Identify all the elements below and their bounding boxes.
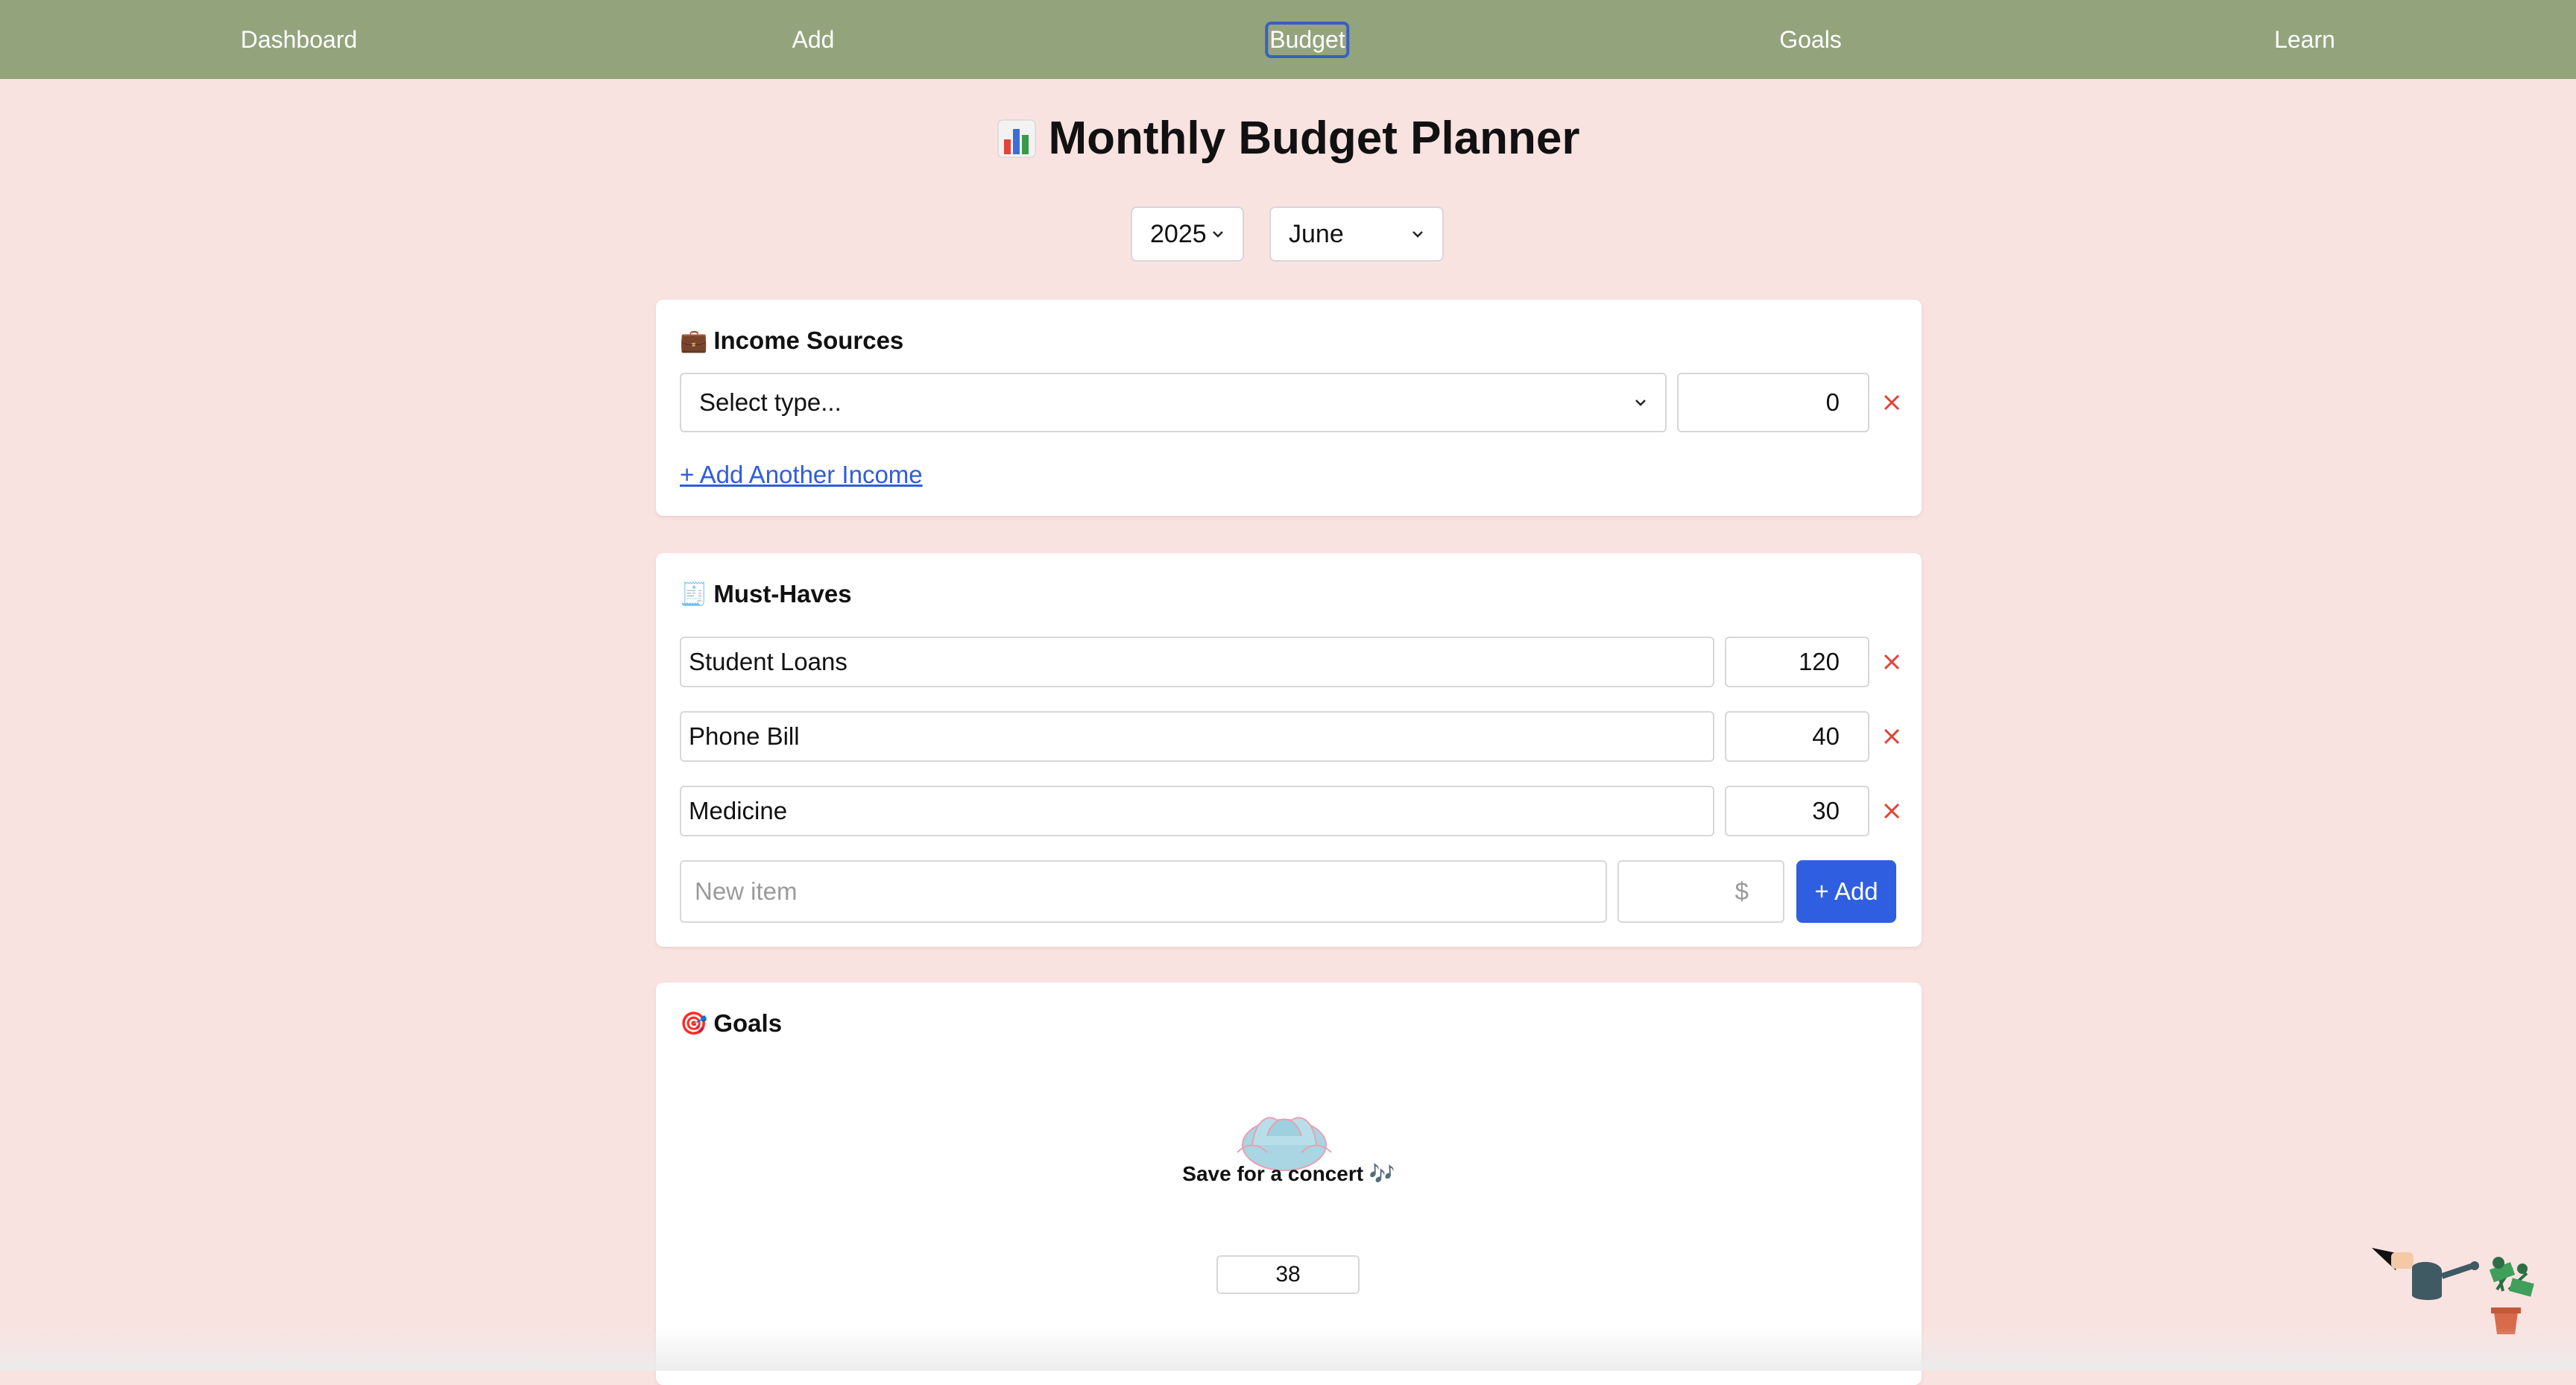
- year-select[interactable]: 2025: [1131, 206, 1244, 262]
- chevron-down-icon: [1635, 400, 1646, 406]
- income-title: 💼 Income Sources: [680, 326, 904, 354]
- must-have-amount-input[interactable]: 40: [1725, 711, 1869, 762]
- income-card: 💼 Income Sources Select type... 0 + Add …: [656, 300, 1922, 516]
- close-icon[interactable]: [1882, 393, 1901, 412]
- goals-title: 🎯 Goals: [680, 1009, 783, 1037]
- must-have-amount-input[interactable]: 30: [1725, 786, 1869, 836]
- goal-name: Save for a concert 🎶: [1182, 1162, 1395, 1185]
- must-have-amount-input[interactable]: 120: [1725, 637, 1869, 687]
- goal-amount-input[interactable]: 38: [1216, 1255, 1360, 1294]
- month-select[interactable]: June: [1269, 206, 1444, 262]
- must-haves-card: 🧾 Must-Haves Student Loans 120 Phone Bil…: [656, 553, 1922, 947]
- page-title: Monthly Budget Planner: [0, 112, 2576, 165]
- must-have-name-input[interactable]: Phone Bill: [680, 711, 1714, 762]
- close-icon[interactable]: [1882, 652, 1901, 672]
- goals-card: 🎯 Goals Save for a concert 🎶 38: [656, 982, 1922, 1385]
- briefcase-icon: 💼: [680, 328, 708, 353]
- chevron-down-icon: [1213, 231, 1223, 238]
- watering-money-plant-icon: [2372, 1248, 2534, 1334]
- bar-chart-icon: [997, 119, 1035, 157]
- nav-budget[interactable]: Budget: [1265, 0, 1350, 79]
- nav-goals[interactable]: Goals: [1779, 0, 1842, 79]
- top-nav: Dashboard Add Budget Goals Learn: [0, 0, 2576, 79]
- target-icon: 🎯: [680, 1011, 708, 1036]
- nav-dashboard[interactable]: Dashboard: [241, 0, 358, 79]
- new-amount-input[interactable]: $: [1617, 860, 1784, 923]
- receipt-icon: 🧾: [680, 581, 708, 607]
- new-item-input[interactable]: New item: [680, 860, 1607, 923]
- income-type-select[interactable]: Select type...: [680, 373, 1667, 432]
- must-haves-title: 🧾 Must-Haves: [680, 580, 852, 608]
- add-income-link[interactable]: + Add Another Income: [680, 461, 923, 489]
- must-have-name-input[interactable]: Student Loans: [680, 637, 1714, 687]
- must-have-name-input[interactable]: Medicine: [680, 786, 1714, 836]
- add-must-have-button[interactable]: + Add: [1796, 860, 1896, 923]
- close-icon[interactable]: [1882, 801, 1901, 821]
- close-icon[interactable]: [1882, 727, 1901, 746]
- nav-add[interactable]: Add: [792, 0, 835, 79]
- chevron-down-icon: [1412, 231, 1423, 238]
- nav-learn[interactable]: Learn: [2274, 0, 2335, 79]
- income-amount-input[interactable]: 0: [1677, 373, 1869, 432]
